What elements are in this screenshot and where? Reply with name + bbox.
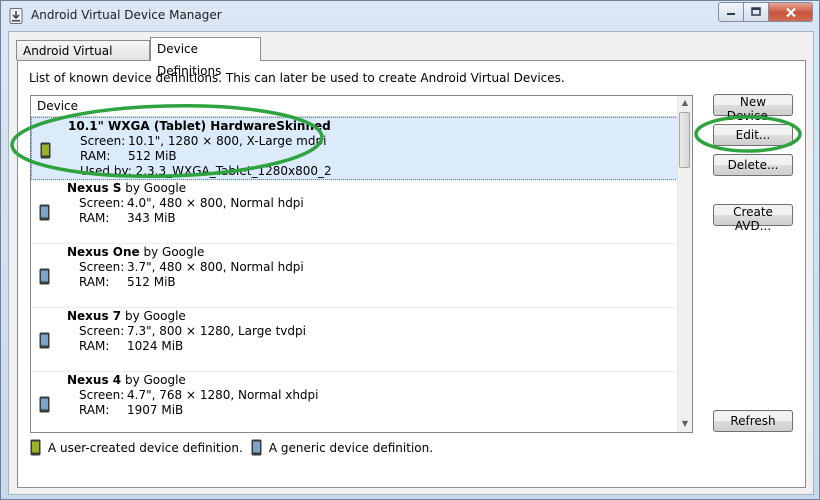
device-screen: Screen: 3.7", 480 × 800, Normal hdpi <box>79 260 304 274</box>
generic-device-icon <box>39 204 50 221</box>
table-row[interactable]: Nexus S by Google Screen: 4.0", 480 × 800… <box>31 180 678 244</box>
device-ram: RAM: 512 MiB <box>79 275 176 289</box>
device-name: Nexus S by Google <box>67 181 187 195</box>
device-definitions-panel: List of known device definitions. This c… <box>17 60 806 488</box>
scroll-thumb[interactable] <box>679 112 690 168</box>
avd-manager-window: Android Virtual Device Manager Android V… <box>0 0 820 500</box>
scroll-down-arrow-icon[interactable]: ▼ <box>678 417 692 431</box>
client-area: Android Virtual Devices Device Definitio… <box>8 31 814 495</box>
maximize-button[interactable] <box>744 2 769 22</box>
table-row[interactable]: Nexus 7 by Google Screen: 7.3", 800 × 128… <box>31 308 678 372</box>
device-ram: RAM: 1907 MiB <box>79 403 184 417</box>
device-table: Device 10.1" WXGA (Tablet) HardwareSkinn… <box>30 95 693 433</box>
column-header-device[interactable]: Device <box>37 99 78 113</box>
tab-android-virtual-devices[interactable]: Android Virtual Devices <box>16 40 150 78</box>
create-avd-button[interactable]: Create AVD... <box>713 204 793 233</box>
android-device-icon <box>9 8 23 24</box>
close-button[interactable] <box>769 2 813 22</box>
table-row[interactable]: 10.1" WXGA (Tablet) HardwareSkinned Scre… <box>31 117 678 180</box>
legend-user-label: A user-created device definition. <box>48 440 243 455</box>
device-ram: RAM: 343 MiB <box>79 211 176 225</box>
close-icon <box>785 7 796 17</box>
user-device-icon <box>30 439 41 456</box>
device-used-by: Used by: 2.3.3_WXGA_Tablet_1280x800_2 <box>80 164 332 178</box>
device-screen: Screen: 4.7", 768 × 1280, Normal xhdpi <box>79 388 319 402</box>
device-name: Nexus 7 by Google <box>67 309 186 323</box>
legend-generic-label: A generic device definition. <box>268 440 434 455</box>
table-row[interactable]: Nexus One by Google Screen: 3.7", 480 × 8… <box>31 244 678 308</box>
delete-button[interactable]: Delete... <box>713 154 793 176</box>
tab-device-definitions[interactable]: Device Definitions <box>150 37 261 78</box>
generic-device-icon <box>39 332 50 349</box>
refresh-button[interactable]: Refresh <box>713 410 793 432</box>
device-screen: Screen: 10.1", 1280 × 800, X-Large mdpi <box>80 134 327 148</box>
device-name: Nexus 4 by Google <box>67 373 186 387</box>
maximize-icon <box>751 7 761 16</box>
vertical-scrollbar[interactable]: ▲ ▼ <box>677 96 692 432</box>
device-name: 10.1" WXGA (Tablet) HardwareSkinned <box>68 119 331 133</box>
table-header: Device <box>31 96 678 117</box>
device-ram: RAM: 512 MiB <box>80 149 177 163</box>
edit-button[interactable]: Edit... <box>713 124 793 146</box>
legend: A user-created device definition. A gene… <box>30 439 441 456</box>
window-title: Android Virtual Device Manager <box>31 8 222 22</box>
window-controls <box>718 2 813 22</box>
new-device-button[interactable]: New Device... <box>713 94 793 123</box>
device-screen: Screen: 7.3", 800 × 1280, Large tvdpi <box>79 324 306 338</box>
generic-device-icon <box>251 439 262 456</box>
minimize-icon <box>727 13 735 15</box>
device-ram: RAM: 1024 MiB <box>79 339 184 353</box>
scroll-up-arrow-icon[interactable]: ▲ <box>678 96 692 110</box>
panel-description: List of known device definitions. This c… <box>29 71 565 85</box>
device-list: 10.1" WXGA (Tablet) HardwareSkinned Scre… <box>31 117 678 432</box>
generic-device-icon <box>39 396 50 413</box>
device-screen: Screen: 4.0", 480 × 800, Normal hdpi <box>79 196 304 210</box>
generic-device-icon <box>39 268 50 285</box>
table-row[interactable]: Nexus 4 by Google Screen: 4.7", 768 × 128… <box>31 372 678 432</box>
user-device-icon <box>40 142 51 159</box>
title-bar[interactable]: Android Virtual Device Manager <box>1 1 819 31</box>
device-name: Nexus One by Google <box>67 245 205 259</box>
minimize-button[interactable] <box>718 2 744 22</box>
